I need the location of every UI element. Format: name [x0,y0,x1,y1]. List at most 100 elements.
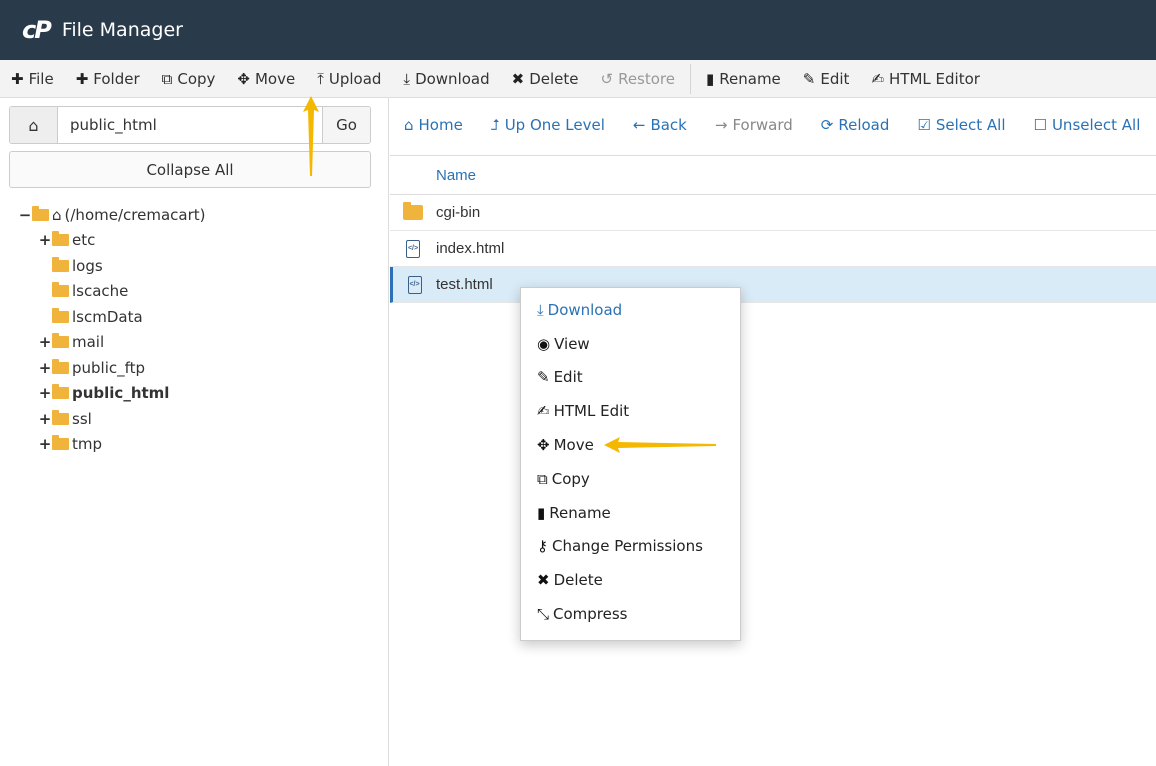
reload-button[interactable]: ⟳ Reload [807,116,904,134]
download-button[interactable]: ⤓ Download [392,60,500,97]
move-icon: ✥ [237,69,250,88]
x-icon: ✖ [511,69,525,88]
edit-square-icon: ✍ [537,402,550,421]
file-icon: ▮ [706,69,715,88]
arrow-right-icon: → [714,116,728,134]
x-icon: ✖ [537,571,550,590]
unselect-all-button[interactable]: ☐ Unselect All [1020,116,1155,134]
go-button[interactable]: Go [322,107,370,143]
home-button[interactable]: ⌂ Home [390,116,477,134]
download-icon: ⤓ [537,300,544,319]
directory-pane: ⌂ Go Collapse All − ⌂ (/home/cremacart) … [0,98,389,766]
menu-item-html-edit[interactable]: ✍ HTML Edit [521,394,740,428]
tree-item-ssl[interactable]: + ssl [18,406,205,432]
tree-item-public-html[interactable]: + public_html [18,381,205,407]
folder-icon [403,202,423,220]
column-header-name[interactable]: Name [390,155,1156,195]
plus-icon: ✚ [75,69,89,88]
table-row[interactable]: cgi-bin [390,195,1156,231]
expand-toggle[interactable]: + [38,410,52,428]
table-row[interactable]: </> index.html [390,231,1156,267]
eye-icon: ◉ [537,334,551,353]
compress-icon: ⤡ [537,605,550,624]
tree-item-mail[interactable]: + mail [18,330,205,356]
menu-item-delete[interactable]: ✖ Delete [521,563,740,597]
move-button[interactable]: ✥ Move [226,60,306,97]
restore-button[interactable]: ↺ Restore [590,60,687,97]
context-menu: ⤓ Download ◉ View ✎ Edit ✍ HTML Edit ✥ Move ⧉… [520,287,741,641]
new-folder-button[interactable]: ✚ Folder [65,60,151,97]
tree-root[interactable]: − ⌂ (/home/cremacart) [18,202,205,228]
copy-button[interactable]: ⧉ Copy [151,60,227,97]
plus-icon: ✚ [11,69,24,88]
menu-item-rename[interactable]: ▮ Rename [521,496,740,530]
table-row-selected[interactable]: </> test.html [390,267,1156,303]
menu-item-copy[interactable]: ⧉ Copy [521,462,740,496]
menu-item-compress[interactable]: ⤡ Compress [521,597,740,631]
annotation-arrow-up [303,96,319,176]
undo-icon: ↺ [600,69,614,88]
move-icon: ✥ [537,436,550,455]
tree-item-etc[interactable]: + etc [18,228,205,254]
rename-button[interactable]: ▮ Rename [695,60,792,97]
back-button[interactable]: ← Back [619,116,701,134]
refresh-icon: ⟳ [820,116,834,134]
expand-toggle[interactable]: + [38,384,52,402]
checked-box-icon: ☑ [917,116,931,134]
tree-item-logs[interactable]: logs [18,253,205,279]
expand-toggle[interactable]: + [38,435,52,453]
tree-item-public-ftp[interactable]: + public_ftp [18,355,205,381]
forward-button[interactable]: → Forward [701,116,807,134]
new-file-button[interactable]: ✚ File [0,60,65,97]
folder-icon [52,384,69,400]
copy-icon: ⧉ [537,469,548,488]
collapse-toggle[interactable]: − [18,206,32,224]
folder-icon [52,409,69,425]
edit-button[interactable]: ✎ Edit [792,60,861,97]
upload-icon: ⤒ [317,69,324,88]
level-up-icon: ⮥ [490,116,500,134]
empty-box-icon: ☐ [1033,116,1047,134]
toolbar-divider [690,63,691,94]
path-input[interactable] [58,107,322,143]
folder-icon [52,435,69,451]
folder-icon [52,282,69,298]
download-icon: ⤓ [403,69,411,88]
select-all-button[interactable]: ☑ Select All [903,116,1019,134]
folder-icon [52,358,69,374]
home-icon: ⌂ [404,116,414,134]
tree-item-tmp[interactable]: + tmp [18,432,205,458]
cpanel-logo[interactable]: cP [22,16,52,44]
directory-tree: − ⌂ (/home/cremacart) + etc logs lscache… [18,202,205,457]
menu-item-change-permissions[interactable]: ⚷ Change Permissions [521,530,740,564]
delete-button[interactable]: ✖ Delete [501,60,590,97]
edit-square-icon: ✍ [871,69,885,88]
arrow-left-icon: ← [632,116,646,134]
home-icon: ⌂ [52,205,62,224]
annotation-arrow-left [604,437,716,453]
file-name: index.html [436,240,505,257]
upload-button[interactable]: ⤒ Upload [306,60,392,97]
toolbar: ✚ File ✚ Folder ⧉ Copy ✥ Move ⤒ Upload ⤓ Downl… [0,60,1156,98]
up-one-level-button[interactable]: ⮥ Up One Level [477,116,619,134]
tree-item-lscache[interactable]: lscache [18,279,205,305]
folder-icon [52,231,69,247]
file-icon: ▮ [537,503,546,522]
pencil-icon: ✎ [802,69,816,88]
home-icon[interactable]: ⌂ [10,107,58,143]
menu-item-edit[interactable]: ✎ Edit [521,361,740,395]
key-icon: ⚷ [537,537,548,556]
tree-item-lscmdata[interactable]: lscmData [18,304,205,330]
app-header: cP File Manager [0,0,1156,60]
folder-icon [52,256,69,272]
copy-icon: ⧉ [161,69,173,88]
expand-toggle[interactable]: + [38,359,52,377]
folder-open-icon [32,205,49,221]
expand-toggle[interactable]: + [38,231,52,249]
html-editor-button[interactable]: ✍ HTML Editor [860,60,990,97]
menu-item-view[interactable]: ◉ View [521,327,740,361]
folder-icon [52,333,69,349]
expand-toggle[interactable]: + [38,333,52,351]
menu-item-download[interactable]: ⤓ Download [521,293,740,327]
code-file-icon: </> [406,239,420,258]
